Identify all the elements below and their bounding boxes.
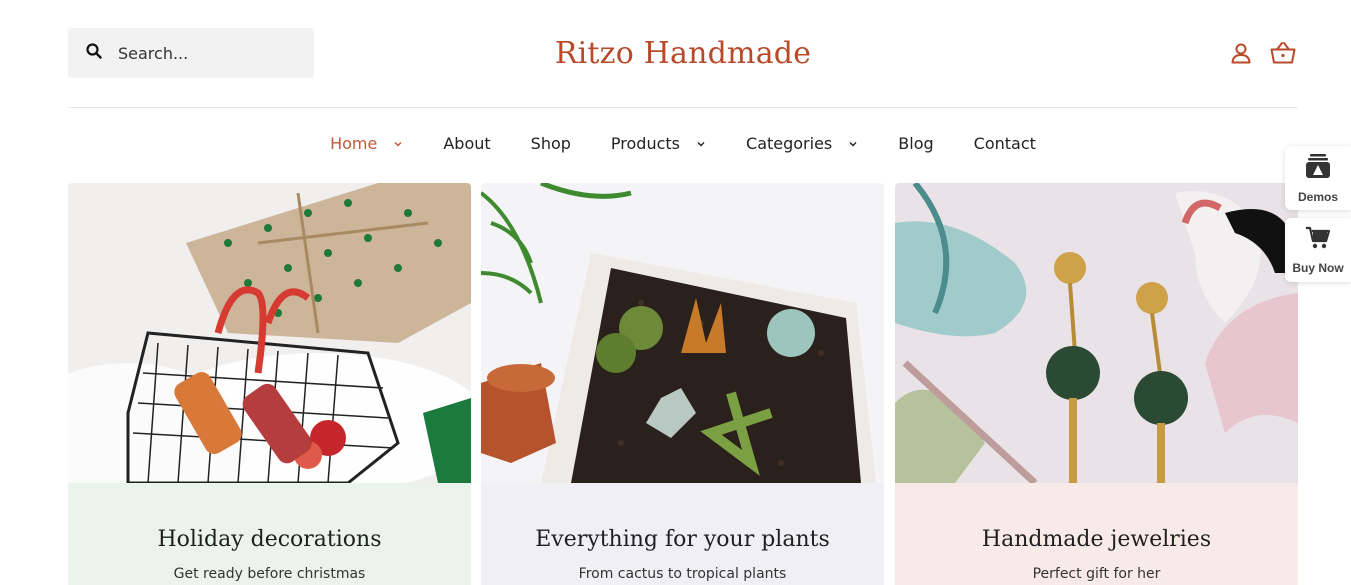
card-subtitle: Perfect gift for her: [1032, 566, 1161, 582]
card-caption: Handmade jewelries Perfect gift for her: [895, 483, 1298, 585]
basket-icon[interactable]: [1270, 40, 1296, 66]
nav-item-label: Categories: [746, 134, 833, 153]
card-subtitle: Get ready before christmas: [173, 566, 366, 582]
buy-now-label: Buy Now: [1292, 260, 1344, 275]
card-title: Holiday decorations: [157, 527, 382, 552]
chevron-down-icon: [840, 139, 858, 149]
demos-button[interactable]: Demos: [1285, 146, 1351, 210]
nav-item-label: Products: [610, 134, 681, 153]
nav-item-home[interactable]: Home: [330, 134, 403, 153]
chevron-down-icon: [688, 139, 706, 149]
nav-item-label: Contact: [973, 134, 1036, 153]
category-card-plants[interactable]: Everything for your plants From cactus t…: [481, 183, 884, 585]
demos-label: Demos: [1297, 189, 1338, 204]
nav-item-products[interactable]: Products: [611, 134, 706, 153]
nav-item-categories[interactable]: Categories: [746, 134, 858, 153]
card-title: Everything for your plants: [535, 527, 830, 552]
nav-item-about[interactable]: About: [443, 134, 490, 153]
main-nav: Home About Shop Products Categories Blog Conta…: [0, 134, 1351, 153]
nav-item-label: Blog: [898, 134, 934, 153]
jewelries-image: [895, 183, 1298, 483]
nav-item-shop[interactable]: Shop: [531, 134, 571, 153]
holiday-decorations-image: [68, 183, 471, 483]
card-caption: Everything for your plants From cactus t…: [481, 483, 884, 585]
nav-item-label: Home: [330, 134, 378, 153]
card-caption: Holiday decorations Get ready before chr…: [68, 483, 471, 585]
nav-item-label: About: [443, 134, 491, 153]
nav-item-contact[interactable]: Contact: [974, 134, 1036, 153]
buy-now-button[interactable]: Buy Now: [1285, 218, 1351, 282]
cart-icon: [1305, 226, 1331, 255]
chevron-down-icon: [385, 139, 403, 149]
plants-image: [481, 183, 884, 483]
nav-item-blog[interactable]: Blog: [898, 134, 933, 153]
site-logo-text: Ritzo Handmade: [554, 36, 812, 71]
category-card-holiday[interactable]: Holiday decorations Get ready before chr…: [68, 183, 471, 585]
layers-icon: [1305, 153, 1331, 184]
category-card-jewelries[interactable]: Handmade jewelries Perfect gift for her: [895, 183, 1298, 585]
card-subtitle: From cactus to tropical plants: [578, 566, 787, 582]
card-title: Handmade jewelries: [981, 527, 1212, 552]
nav-item-label: Shop: [530, 134, 571, 153]
header-divider: [68, 107, 1298, 108]
site-logo[interactable]: Ritzo Handmade: [0, 36, 1351, 71]
user-icon[interactable]: [1228, 40, 1254, 66]
